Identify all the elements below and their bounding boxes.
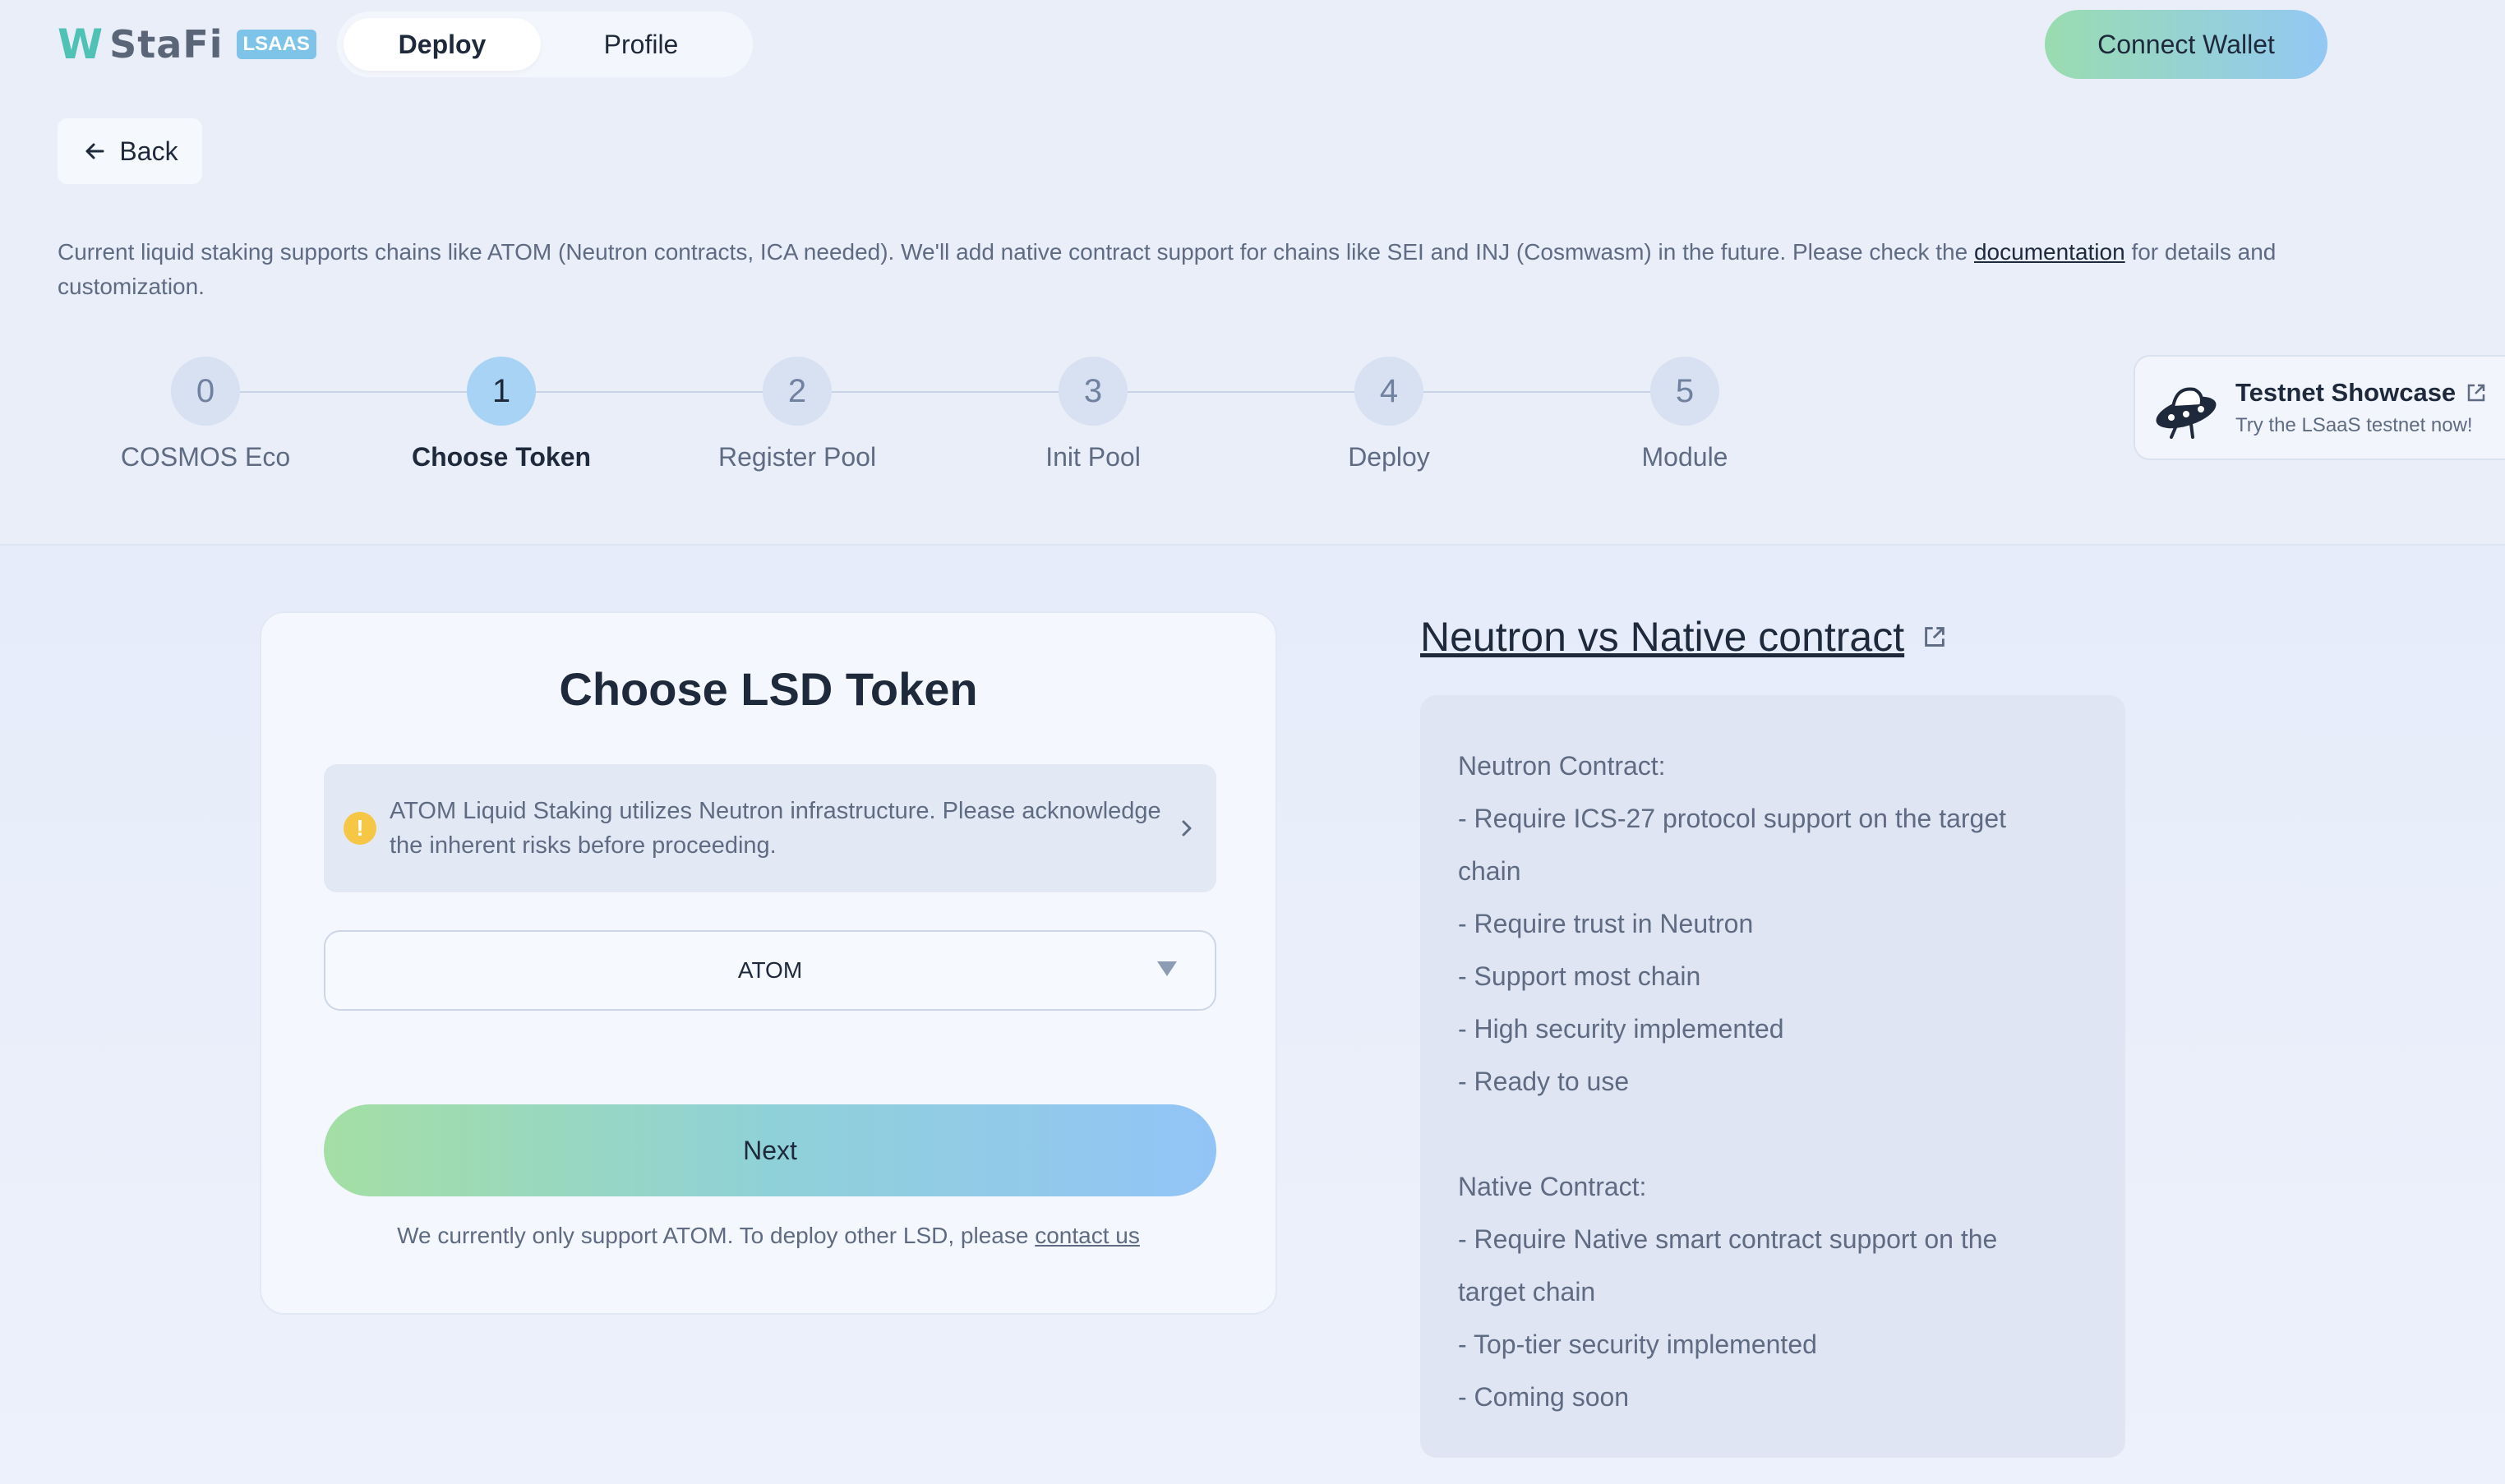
contact-us-link[interactable]: contact us xyxy=(1035,1223,1140,1248)
comparison-panel: Neutron Contract: - Require ICS-27 proto… xyxy=(1420,695,2125,1458)
step-label: Deploy xyxy=(1348,442,1430,472)
comparison-line: Neutron Contract: xyxy=(1458,751,1666,781)
step-number: 4 xyxy=(1354,357,1423,426)
comparison-line: Native Contract: xyxy=(1458,1172,1647,1201)
step-number: 1 xyxy=(467,357,536,426)
chain-support-notice: Current liquid staking supports chains l… xyxy=(58,235,2359,304)
choose-token-card: Choose LSD Token ! ATOM Liquid Staking u… xyxy=(260,611,1277,1315)
step-deploy: 4 Deploy xyxy=(1282,357,1496,472)
comparison-heading[interactable]: Neutron vs Native contract xyxy=(1420,613,1947,661)
arrow-left-icon xyxy=(85,143,104,159)
step-init-pool: 3 Init Pool xyxy=(986,357,1200,472)
showcase-subtitle: Try the LSaaS testnet now! xyxy=(2235,414,2473,436)
warning-icon: ! xyxy=(344,812,376,845)
step-number: 5 xyxy=(1650,357,1719,426)
comparison-link[interactable]: Neutron vs Native contract xyxy=(1420,613,1904,661)
step-register-pool: 2 Register Pool xyxy=(690,357,904,472)
notice-text: Current liquid staking supports chains l… xyxy=(58,239,1974,265)
external-link-icon xyxy=(1925,627,1944,647)
step-label: COSMOS Eco xyxy=(120,442,291,472)
logo-text: StaFi xyxy=(109,22,224,67)
showcase-text: Testnet Showcase Try the LSaaS testnet n… xyxy=(2235,378,2487,437)
comparison-line: - High security implemented xyxy=(1458,1014,1784,1044)
tab-deploy[interactable]: Deploy xyxy=(344,18,541,71)
risk-warning-banner[interactable]: ! ATOM Liquid Staking utilizes Neutron i… xyxy=(324,764,1216,892)
comparison-line: - Require ICS-27 protocol support on the… xyxy=(1458,804,2007,833)
support-text: We currently only support ATOM. To deplo… xyxy=(397,1223,1036,1248)
selected-token: ATOM xyxy=(737,957,803,983)
step-number: 0 xyxy=(171,357,240,426)
comparison-line: - Top-tier security implemented xyxy=(1458,1330,1817,1359)
comparison-line: - Coming soon xyxy=(1458,1382,1630,1412)
ufo-icon xyxy=(2156,387,2217,439)
comparison-line xyxy=(1458,1108,2088,1160)
token-select[interactable]: ATOM xyxy=(324,930,1216,1011)
step-choose-token: 1 Choose Token xyxy=(394,357,608,472)
comparison-line: - Ready to use xyxy=(1458,1067,1630,1096)
external-link-icon xyxy=(2467,384,2485,402)
step-label: Module xyxy=(1641,442,1728,472)
next-button[interactable]: Next xyxy=(324,1104,1216,1196)
step-number: 2 xyxy=(763,357,832,426)
chevron-right-icon xyxy=(1182,820,1192,836)
back-label: Back xyxy=(119,136,178,166)
card-title: Choose LSD Token xyxy=(559,663,978,715)
showcase-title-row: Testnet Showcase xyxy=(2235,378,2487,408)
stafi-logo[interactable]: W StaFi LSAAS xyxy=(58,21,316,68)
step-cosmos-eco: 0 COSMOS Eco xyxy=(99,357,312,472)
logo-mark-icon: W xyxy=(58,21,103,68)
caret-down-icon xyxy=(1157,961,1177,976)
documentation-link[interactable]: documentation xyxy=(1974,239,2125,265)
lsaas-badge: LSAAS xyxy=(236,30,316,59)
main-nav-tabs: Deploy Profile xyxy=(337,12,753,77)
showcase-title: Testnet Showcase xyxy=(2235,378,2457,407)
tab-profile[interactable]: Profile xyxy=(541,18,741,71)
comparison-line: - Support most chain xyxy=(1458,961,1701,991)
back-button[interactable]: Back xyxy=(58,118,202,184)
step-label: Choose Token xyxy=(411,442,592,472)
testnet-showcase-card[interactable]: Testnet Showcase Try the LSaaS testnet n… xyxy=(2134,355,2505,460)
step-label: Init Pool xyxy=(1045,442,1141,472)
step-module: 5 Module xyxy=(1578,357,1792,472)
deploy-stepper: 0 COSMOS Eco 1 Choose Token 2 Register P… xyxy=(121,357,1833,472)
comparison-line: - Require trust in Neutron xyxy=(1458,909,1754,938)
comparison-line: - Require Native smart contract support … xyxy=(1458,1224,1998,1254)
comparison-line: chain xyxy=(1458,856,1521,886)
comparison-line: target chain xyxy=(1458,1277,1596,1307)
step-label: Register Pool xyxy=(717,442,877,472)
step-number: 3 xyxy=(1059,357,1128,426)
connect-wallet-button[interactable]: Connect Wallet xyxy=(2045,10,2327,79)
support-note: We currently only support ATOM. To deplo… xyxy=(261,1223,1276,1249)
warning-text: ATOM Liquid Staking utilizes Neutron inf… xyxy=(390,798,1161,859)
